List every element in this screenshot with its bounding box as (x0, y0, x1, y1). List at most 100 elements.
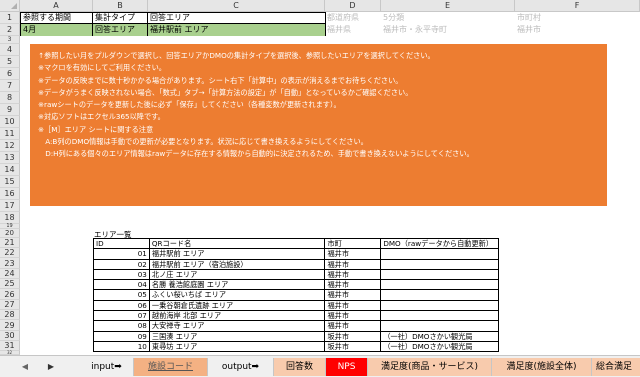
sheet-tab-satisfaction-facility[interactable]: 満足度(施設全体) (492, 358, 592, 376)
sheet-tab-response-count[interactable]: 回答数 (274, 358, 326, 376)
row-dmo[interactable] (381, 290, 500, 301)
row-qr-name[interactable]: 名勝 養浩館庭園 エリア (149, 280, 326, 291)
instruction-line: ↑参照したい月をプルダウンで選択し、回答エリアかDMOの集計タイプを選択後、参照… (38, 51, 435, 60)
row-header-23[interactable]: 23 (0, 258, 20, 269)
row-qr-name[interactable]: 三国湊 エリア (149, 331, 326, 342)
row-city[interactable]: 福井市 (325, 280, 382, 291)
row-qr-name[interactable]: 東尋坊 エリア (149, 341, 326, 353)
row-header-3[interactable]: 3 (0, 36, 20, 44)
row-dmo[interactable] (381, 321, 500, 332)
row-header-17[interactable]: 17 (0, 200, 20, 212)
aggregation-type-select[interactable]: 回答エリア (93, 24, 148, 36)
row-dmo[interactable]: （一社）DMOさかい観光局 (381, 341, 500, 353)
answer-area-label: 回答エリア (148, 12, 325, 24)
row-id[interactable]: 05 (94, 290, 150, 301)
row-header-4[interactable]: 4 (0, 44, 20, 56)
sheet-tab-output[interactable]: output➡ (208, 358, 274, 376)
column-header-d[interactable]: D (325, 0, 381, 12)
sheet-tab-facility-code[interactable]: 施設コード (134, 358, 208, 376)
row-header-11[interactable]: 11 (0, 128, 20, 140)
row-qr-name[interactable]: 福井駅前 エリア (149, 249, 326, 260)
more-tabs-left-icon[interactable] (70, 358, 74, 376)
row-city[interactable]: 福井市 (325, 290, 382, 301)
scroll-tabs-left-icon[interactable]: ◀ (18, 360, 32, 374)
row-qr-name[interactable]: 大安禅寺 エリア (149, 321, 326, 332)
row-qr-name[interactable]: 一乗谷朝倉氏遺跡 エリア (149, 300, 326, 312)
row-dmo[interactable] (381, 269, 500, 281)
instruction-line: ※マクロを有効にしてご利用ください。 (38, 63, 166, 73)
row-header-24[interactable]: 24 (0, 269, 20, 279)
row-qr-name[interactable]: ふくい桜いちば エリア (149, 290, 326, 301)
answer-area-select[interactable]: 福井駅前 エリア (148, 24, 325, 36)
row-dmo[interactable] (381, 259, 500, 270)
row-header-15[interactable]: 15 (0, 176, 20, 188)
column-header-b[interactable]: B (93, 0, 148, 12)
sheet-tab-overall-satisfaction[interactable]: 総合満足 (592, 358, 640, 376)
column-header-e[interactable]: E (381, 0, 515, 12)
column-header-f[interactable]: F (515, 0, 640, 12)
sheet-tab-input[interactable]: input➡ (80, 358, 134, 376)
row-city[interactable]: 福井市 (325, 259, 382, 270)
row-header-27[interactable]: 27 (0, 300, 20, 310)
row-id[interactable]: 07 (94, 311, 150, 322)
row-city[interactable]: 福井市 (325, 311, 382, 322)
scroll-tabs-right-icon[interactable]: ▶ (44, 360, 58, 374)
row-dmo[interactable] (381, 249, 500, 260)
row-id[interactable]: 09 (94, 331, 150, 342)
row-header-9[interactable]: 9 (0, 104, 20, 116)
row-id[interactable]: 10 (94, 341, 150, 353)
row-header-28[interactable]: 28 (0, 310, 20, 320)
row-id[interactable]: 02 (94, 259, 150, 270)
row-header-13[interactable]: 13 (0, 152, 20, 164)
row-city[interactable]: 福井市 (325, 300, 382, 312)
row-header-20[interactable]: 20 (0, 229, 20, 238)
row-header-7[interactable]: 7 (0, 80, 20, 92)
row-city[interactable]: 福井市 (325, 269, 382, 281)
row-city[interactable]: 福井市 (325, 249, 382, 260)
row-dmo[interactable] (381, 311, 500, 322)
row-city[interactable]: 坂井市 (325, 331, 382, 342)
row-header-25[interactable]: 25 (0, 279, 20, 289)
row-header-29[interactable]: 29 (0, 320, 20, 331)
row-header-6[interactable]: 6 (0, 68, 20, 80)
row-city[interactable]: 福井市 (325, 321, 382, 332)
prefecture-label: 都道府県 (327, 13, 359, 22)
instructions-panel: ↑参照したい月をプルダウンで選択し、回答エリアかDMOの集計タイプを選択後、参照… (30, 44, 607, 206)
row-qr-name[interactable]: 越前海岸 北部 エリア (149, 311, 326, 322)
header-city: 市町 (325, 239, 382, 250)
column-header-c[interactable]: C (148, 0, 325, 12)
row-header-2[interactable]: 2 (0, 24, 20, 36)
row-id[interactable]: 04 (94, 280, 150, 291)
row-dmo[interactable] (381, 280, 500, 291)
row-city[interactable]: 坂井市 (325, 341, 382, 353)
row-id[interactable]: 01 (94, 249, 150, 260)
row-header-14[interactable]: 14 (0, 164, 20, 176)
row-qr-name[interactable]: 北ノ庄 エリア (149, 269, 326, 281)
table-header-row: ID QRコード名 市町 DMO（rawデータから自動更新） (94, 239, 500, 250)
row-header-16[interactable]: 16 (0, 188, 20, 200)
row-header-21[interactable]: 21 (0, 238, 20, 248)
row-qr-name[interactable]: 福井駅前 エリア（宿泊施設） (149, 259, 326, 270)
sheet-tab-satisfaction-products[interactable]: 満足度(商品・サービス) (368, 358, 492, 376)
table-row: 01 福井駅前 エリア 福井市 (94, 249, 500, 260)
row-header-22[interactable]: 22 (0, 248, 20, 258)
row-header-12[interactable]: 12 (0, 140, 20, 152)
row-id[interactable]: 08 (94, 321, 150, 332)
row-id[interactable]: 06 (94, 300, 150, 312)
row-dmo[interactable]: （一社）DMOさかい観光局 (381, 331, 500, 342)
row-header-30[interactable]: 30 (0, 331, 20, 341)
column-header-a[interactable]: A (20, 0, 93, 12)
table-row: 10 東尋坊 エリア 坂井市 （一社）DMOさかい観光局 (94, 341, 500, 353)
row-header-5[interactable]: 5 (0, 56, 20, 68)
sheet-tab-nps[interactable]: NPS (326, 358, 368, 376)
row-header-10[interactable]: 10 (0, 116, 20, 128)
period-select[interactable]: 4月 (21, 24, 93, 36)
select-all-corner[interactable] (0, 0, 20, 12)
row-header-1[interactable]: 1 (0, 12, 20, 24)
row-dmo[interactable] (381, 300, 500, 312)
row-header-26[interactable]: 26 (0, 289, 20, 300)
row-id[interactable]: 03 (94, 269, 150, 281)
instruction-line: ※データがうまく反映されない場合、「数式」タブ→「計算方法の設定」が「自動」とな… (38, 87, 413, 97)
row-header-8[interactable]: 8 (0, 92, 20, 104)
spreadsheet-window: A B C D E F 1 2 3 4 5 6 7 8 9 10 11 12 1… (0, 0, 640, 377)
